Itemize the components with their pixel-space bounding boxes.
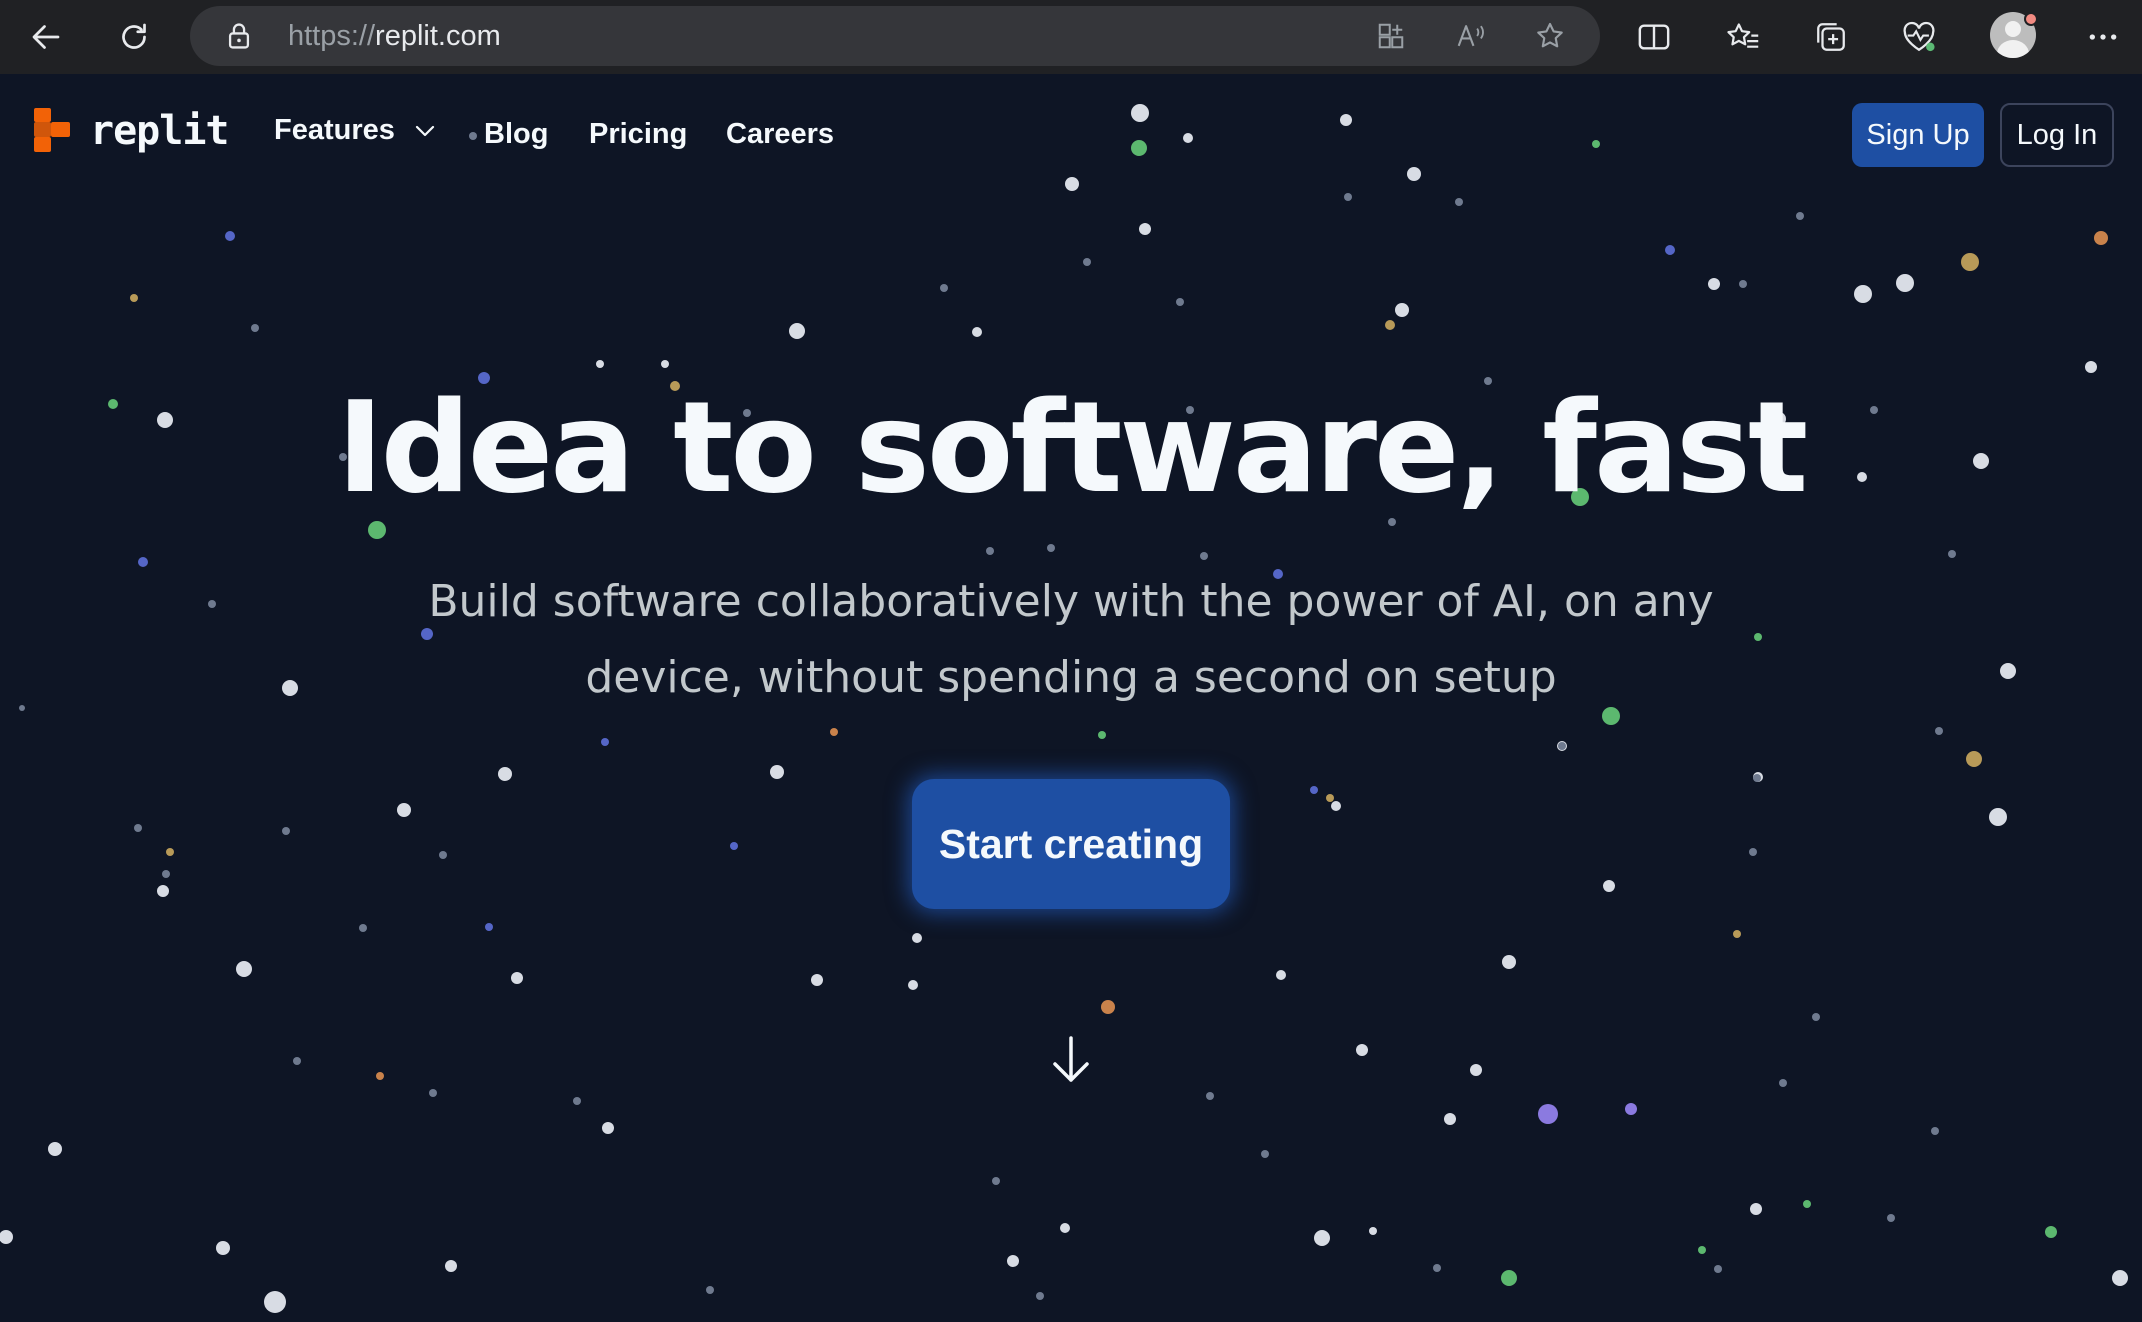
hero-subtitle-line-1: Build software collaboratively with the … bbox=[428, 576, 1714, 627]
nav-features[interactable]: Features bbox=[274, 114, 435, 147]
url-text[interactable]: https://replit.com bbox=[288, 6, 501, 66]
replit-landing-page: replit Features Blog Pricing Careers Sig… bbox=[0, 74, 2142, 1322]
site-header: replit Features Blog Pricing Careers Sig… bbox=[0, 74, 2142, 198]
nav-blog[interactable]: Blog bbox=[484, 118, 548, 151]
browser-essentials-icon[interactable] bbox=[1898, 16, 1940, 58]
collections-icon[interactable] bbox=[1810, 16, 1852, 58]
hero-title: Idea to software, fast bbox=[336, 374, 1809, 521]
replit-logo[interactable]: replit bbox=[34, 108, 229, 154]
hero-subtitle-line-2: device, without spending a second on set… bbox=[585, 652, 1557, 703]
address-bar[interactable]: https://replit.com bbox=[190, 6, 1600, 66]
refresh-icon[interactable] bbox=[110, 13, 158, 61]
split-screen-icon[interactable] bbox=[1633, 16, 1675, 58]
lock-icon[interactable] bbox=[226, 22, 252, 55]
read-aloud-icon[interactable] bbox=[1453, 18, 1489, 54]
favorite-star-icon[interactable] bbox=[1532, 18, 1568, 54]
sign-up-button[interactable]: Sign Up bbox=[1852, 103, 1984, 167]
start-creating-button[interactable]: Start creating bbox=[912, 779, 1230, 909]
favorites-icon[interactable] bbox=[1722, 16, 1764, 58]
chevron-down-icon bbox=[415, 125, 434, 136]
more-menu-icon[interactable] bbox=[2082, 16, 2124, 58]
arrow-down-icon[interactable] bbox=[1047, 1034, 1095, 1086]
browser-toolbar: https://replit.com bbox=[0, 0, 2142, 74]
nav-careers[interactable]: Careers bbox=[726, 118, 834, 151]
notification-dot bbox=[2024, 12, 2038, 26]
nav-pricing[interactable]: Pricing bbox=[589, 118, 687, 151]
log-in-button[interactable]: Log In bbox=[2000, 103, 2114, 167]
nav-features-label: Features bbox=[274, 114, 395, 146]
hero-subtitle: Build software collaboratively with the … bbox=[421, 564, 1721, 716]
replit-logo-icon bbox=[34, 108, 70, 152]
back-icon[interactable] bbox=[22, 13, 70, 61]
app-available-icon[interactable] bbox=[1373, 18, 1409, 54]
brand-name: replit bbox=[90, 108, 229, 154]
